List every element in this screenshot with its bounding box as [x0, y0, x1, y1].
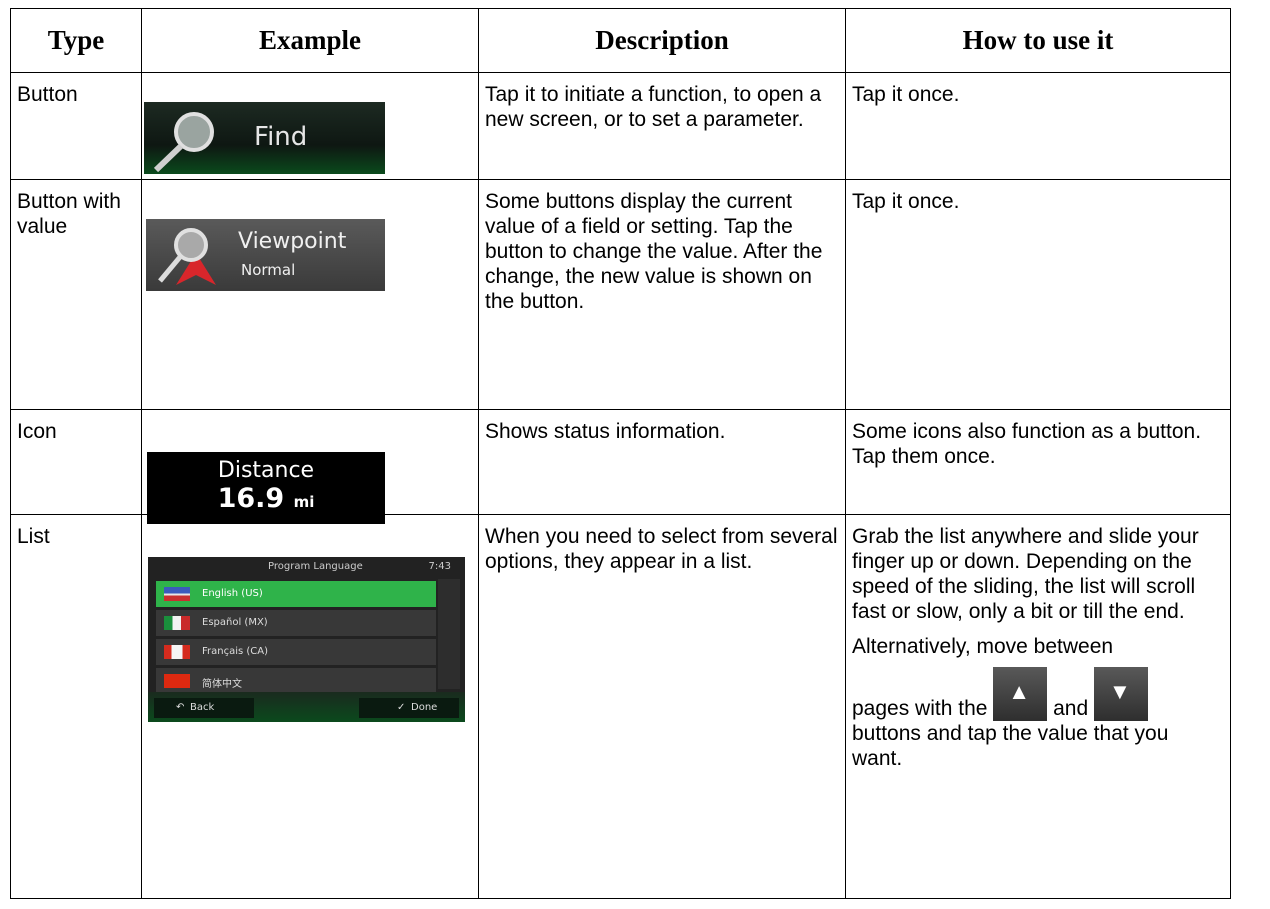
list-item-label: 简体中文	[202, 679, 242, 690]
how-paragraph: buttons and tap the value that you want.	[852, 722, 1169, 770]
header-how: How to use it	[845, 8, 1231, 73]
list-item: 简体中文	[156, 668, 436, 694]
viewpoint-value: Normal	[241, 261, 296, 279]
find-label: Find	[254, 122, 308, 152]
how-cell: Tap it once.	[852, 83, 960, 106]
description-cell: Shows status information.	[485, 420, 726, 443]
how-cell: Tap it once.	[852, 190, 960, 213]
back-label: Back	[190, 702, 215, 713]
flag-cn-icon	[164, 674, 190, 688]
how-cell: Grab the list anywhere and slide your fi…	[846, 515, 1230, 771]
type-cell: Icon	[17, 420, 57, 443]
viewpoint-button-example: Viewpoint Normal	[146, 219, 385, 291]
table-row: Button with value Some buttons display t…	[10, 179, 1231, 410]
header-type: Type	[10, 8, 142, 73]
language-list-example: Program Language 7:43 English (US) Españ…	[148, 557, 465, 722]
flag-us-icon	[164, 587, 190, 601]
viewpoint-icon	[158, 228, 216, 285]
distance-number: 16.9	[217, 483, 285, 514]
distance-icon-example: Distance 16.9 mi	[147, 452, 385, 524]
arrow-up-icon: ▲	[993, 667, 1048, 721]
find-button-example: Find	[144, 102, 385, 174]
list-item-label: Español (MX)	[202, 617, 268, 628]
list-item-label: Français (CA)	[202, 646, 269, 657]
list-item-label: English (US)	[202, 588, 263, 599]
header-example: Example	[141, 8, 479, 73]
list-scrollbar	[438, 579, 460, 689]
done-button: ✓ Done	[359, 698, 459, 718]
inline-text: pages with the	[852, 697, 988, 720]
back-button: ↶ Back	[154, 698, 254, 718]
description-cell: Some buttons display the current value o…	[485, 190, 823, 313]
done-label: Done	[411, 702, 438, 713]
arrow-down-icon: ▼	[1094, 667, 1149, 721]
flag-mx-icon	[164, 616, 190, 630]
distance-label: Distance	[217, 458, 315, 483]
check-icon: ✓	[397, 702, 406, 713]
distance-value: 16.9 mi	[147, 483, 385, 514]
description-cell: When you need to select from several opt…	[485, 525, 838, 573]
viewpoint-label: Viewpoint	[238, 229, 347, 254]
list-footer: ↶ Back ✓ Done	[148, 692, 465, 722]
how-paragraph: Grab the list anywhere and slide your fi…	[852, 525, 1199, 623]
how-inline-buttons: pages with the ▲ and ▼	[852, 667, 1224, 721]
description-cell: Tap it to initiate a function, to open a…	[485, 83, 822, 131]
how-paragraph: Alternatively, move between	[852, 635, 1114, 658]
how-cell: Some icons also function as a button. Ta…	[852, 420, 1202, 468]
header-description: Description	[478, 8, 846, 73]
flag-ca-icon	[164, 645, 190, 659]
list-header: Program Language 7:43	[148, 557, 465, 577]
list-time: 7:43	[428, 561, 451, 572]
back-icon: ↶	[176, 702, 185, 713]
list-item: English (US)	[156, 581, 436, 607]
type-cell: List	[17, 525, 50, 548]
distance-unit: mi	[293, 493, 315, 511]
list-title: Program Language	[268, 561, 363, 572]
list-item: Español (MX)	[156, 610, 436, 636]
header-row: Type Example Description How to use it	[10, 8, 1231, 73]
list-item: Français (CA)	[156, 639, 436, 665]
magnifier-icon	[153, 112, 214, 173]
type-cell: Button	[17, 83, 78, 106]
inline-text: and	[1053, 697, 1089, 720]
type-cell: Button with value	[17, 190, 121, 238]
